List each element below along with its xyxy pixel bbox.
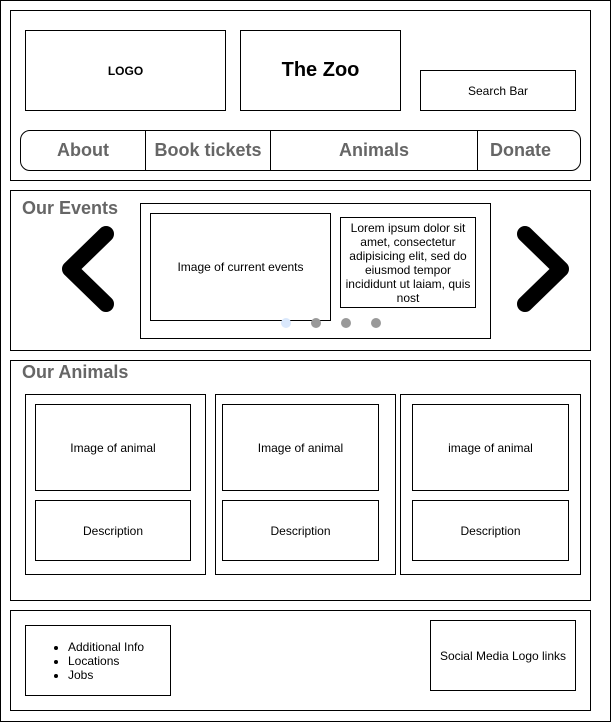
footer-link-additional-info[interactable]: Additional Info — [68, 640, 144, 654]
logo-text: LOGO — [107, 63, 144, 78]
carousel-dot-1[interactable] — [281, 318, 291, 328]
nav-book-tickets-label: Book tickets — [154, 140, 262, 160]
animal-description: Description — [412, 500, 569, 561]
event-text: Lorem ipsum dolor sit amet, consectetur … — [340, 217, 476, 308]
footer-links: Additional Info Locations Jobs — [25, 625, 171, 696]
animal-image: Image of animal — [35, 404, 191, 491]
search-bar[interactable]: Search Bar — [420, 70, 576, 111]
animal-image: image of animal — [412, 404, 569, 491]
animal-image: Image of animal — [222, 404, 379, 491]
nav-about[interactable]: About — [21, 131, 146, 170]
event-image-label: Image of current events — [177, 260, 304, 274]
animal-description-label: Description — [270, 523, 331, 538]
social-media-links[interactable]: Social Media Logo links — [430, 620, 576, 691]
animal-image-label: Image of animal — [70, 440, 156, 455]
search-bar-label: Search Bar — [467, 83, 529, 98]
nav-animals-label: Animals — [338, 140, 410, 160]
nav-bar: About Book tickets Animals Donate — [20, 130, 581, 171]
nav-donate[interactable]: Donate — [478, 131, 560, 170]
nav-animals[interactable]: Animals — [271, 131, 478, 170]
animal-description: Description — [35, 500, 191, 561]
animal-image-label: Image of animal — [257, 440, 344, 455]
nav-about-label: About — [57, 140, 109, 160]
social-media-label: Social Media Logo links — [439, 648, 567, 663]
chevron-right-icon[interactable] — [513, 224, 573, 314]
logo[interactable]: LOGO — [25, 30, 226, 111]
site-title: The Zoo — [240, 30, 401, 111]
footer-links-list: Additional Info Locations Jobs — [26, 640, 144, 682]
nav-book-tickets[interactable]: Book tickets — [146, 131, 271, 170]
site-title-text: The Zoo — [281, 59, 360, 81]
chevron-left-icon[interactable] — [58, 224, 118, 314]
animal-description-label: Description — [460, 523, 521, 538]
events-title: Our Events — [22, 198, 119, 218]
footer-link-jobs[interactable]: Jobs — [68, 668, 144, 682]
footer-link-locations[interactable]: Locations — [68, 654, 144, 668]
carousel-dot-2[interactable] — [311, 318, 321, 328]
animal-description: Description — [222, 500, 379, 561]
event-text-body: Lorem ipsum dolor sit amet, consectetur … — [345, 220, 471, 305]
animal-description-label: Description — [82, 523, 144, 538]
animal-image-label: image of animal — [448, 440, 533, 455]
carousel-dot-3[interactable] — [341, 318, 351, 328]
animals-title: Our Animals — [22, 362, 129, 382]
event-image: Image of current events — [150, 213, 331, 321]
carousel-dot-4[interactable] — [371, 318, 381, 328]
nav-donate-label: Donate — [490, 140, 552, 160]
